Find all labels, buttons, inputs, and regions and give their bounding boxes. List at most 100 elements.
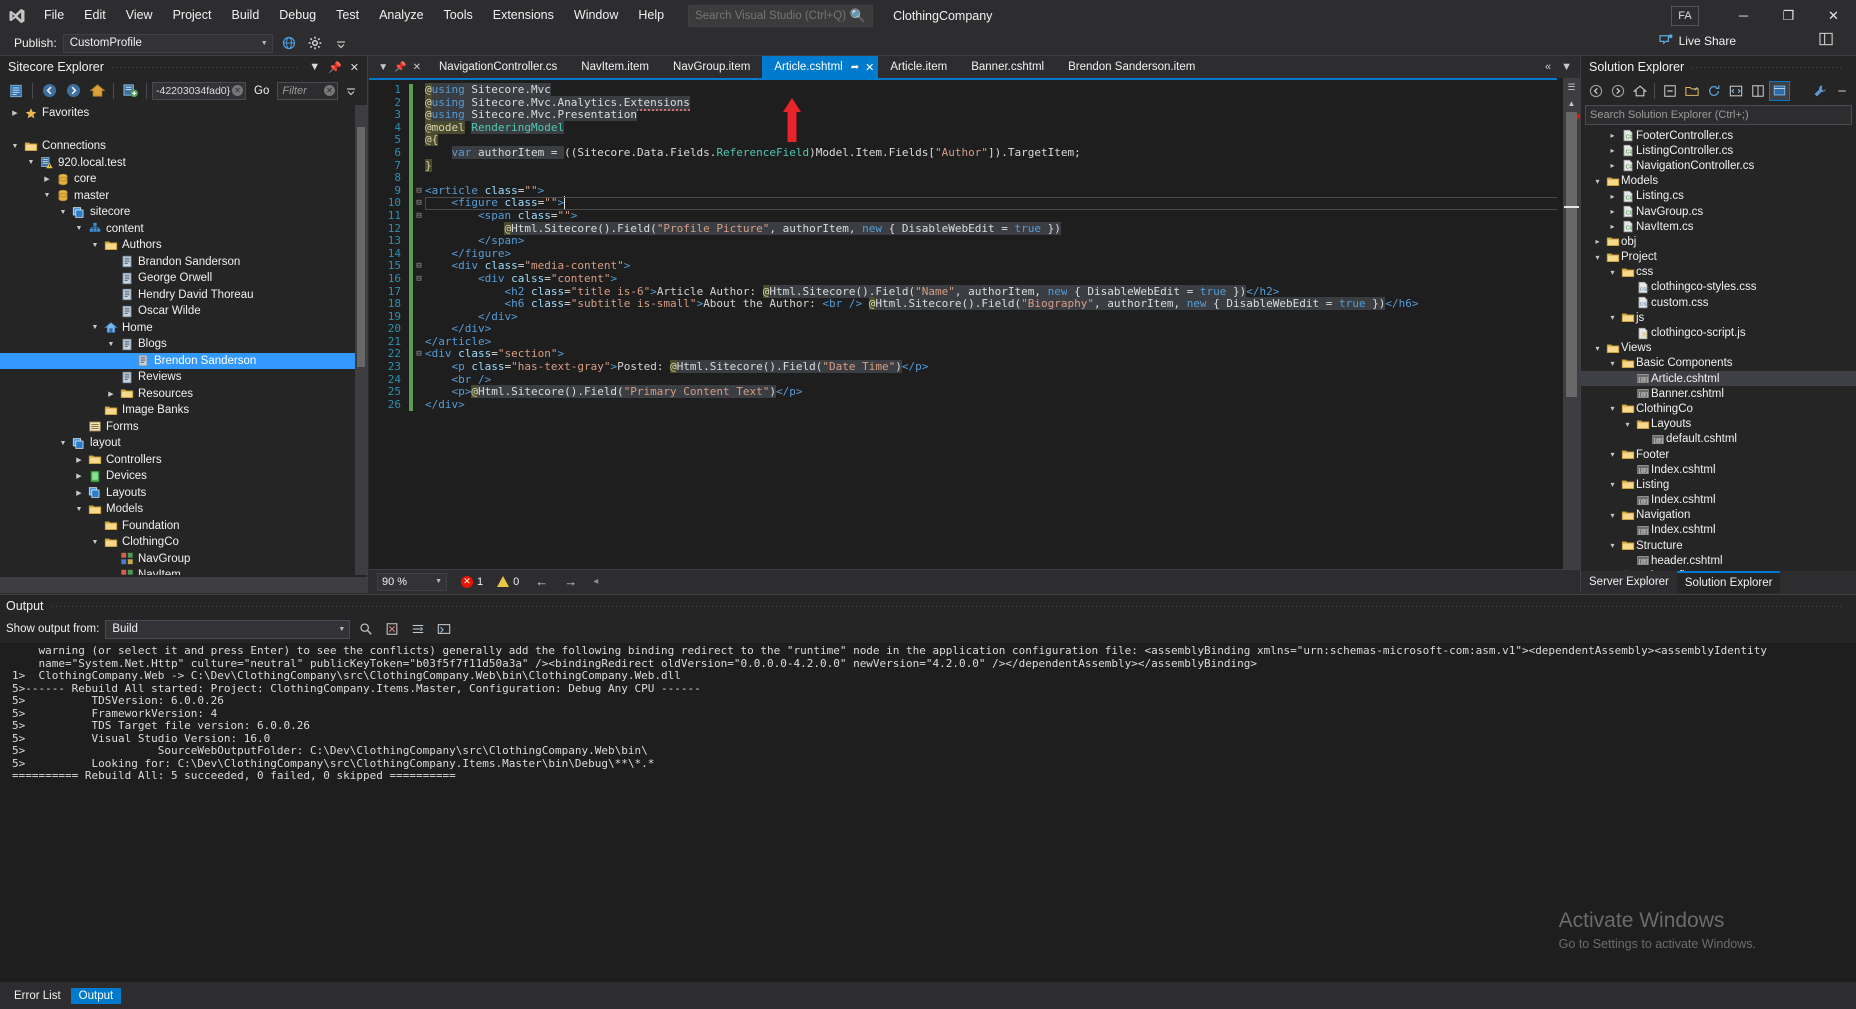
live-share-button[interactable]: Live Share <box>1659 33 1736 49</box>
tab-close-icon[interactable]: ✕ <box>865 61 874 74</box>
show-properties-icon[interactable] <box>5 81 27 101</box>
filter-input[interactable]: Filter ✕ <box>277 81 338 100</box>
sitecore-tree-item[interactable]: ▼ master <box>0 188 355 205</box>
sitecore-tree-item[interactable]: ▶ Layouts <box>0 485 355 502</box>
chevron-down-icon[interactable]: ▼ <box>72 506 86 513</box>
menu-extensions[interactable]: Extensions <box>483 0 564 31</box>
publish-profile-combo[interactable]: CustomProfile ▼ <box>62 33 273 53</box>
editor-vertical-scrollbar[interactable]: ☰ ▲ <box>1563 78 1580 569</box>
fold-toggle-icon[interactable]: ⊟ <box>413 210 425 223</box>
solution-tree-item[interactable]: ▾ Basic Components <box>1581 356 1856 371</box>
warning-count-indicator[interactable]: 0 <box>497 576 519 588</box>
solution-tree-item[interactable]: ▾ Models <box>1581 174 1856 189</box>
navigate-backward-button[interactable]: ← <box>535 574 548 589</box>
scroll-tabs-left-icon[interactable]: « <box>1545 61 1551 73</box>
sitecore-tree-item[interactable]: ▼ Authors <box>0 237 355 254</box>
sitecore-tree-item[interactable]: Brandon Sanderson <box>0 254 355 271</box>
sitecore-tree-item[interactable]: ▼ layout <box>0 435 355 452</box>
menu-test[interactable]: Test <box>326 0 369 31</box>
chevron-down-icon[interactable]: ▾ <box>1606 359 1619 368</box>
minimize-button[interactable]: ─ <box>1721 0 1766 31</box>
sitecore-tree-item[interactable]: ▶ Controllers <box>0 452 355 469</box>
tab-output[interactable]: Output <box>70 987 122 1004</box>
code-line[interactable]: 25 <p>@Html.Sitecore().Field("Primary Co… <box>369 385 1580 399</box>
menu-edit[interactable]: Edit <box>74 0 116 31</box>
code-line[interactable]: 13 </span> <box>369 234 1580 248</box>
solution-tree-item[interactable]: [@] default.cshtml <box>1581 432 1856 447</box>
fold-toggle-icon[interactable]: ⊟ <box>413 185 425 198</box>
account-badge[interactable]: FA <box>1671 5 1699 26</box>
chevron-down-icon[interactable]: ▾ <box>1606 450 1619 459</box>
chevron-right-icon[interactable]: ▸ <box>1606 222 1619 231</box>
chevron-down-icon[interactable]: ▾ <box>1606 268 1619 277</box>
solution-tree-item[interactable]: ▾ Footer <box>1581 447 1856 462</box>
chevron-down-icon[interactable]: ▼ <box>88 324 102 331</box>
sitecore-tree-item[interactable]: ▼ content <box>0 221 355 238</box>
error-count-indicator[interactable]: ✕ 1 <box>461 575 483 588</box>
sitecore-tree-item[interactable]: ▶ Devices <box>0 468 355 485</box>
tab-navitem-item[interactable]: NavItem.item <box>569 56 661 78</box>
solution-tree-item[interactable]: ▾ Listing <box>1581 477 1856 492</box>
sitecore-tree-item[interactable]: Brendon Sanderson <box>0 352 355 369</box>
menu-tools[interactable]: Tools <box>434 0 483 31</box>
se-back-icon[interactable] <box>1585 81 1606 101</box>
sitecore-tree[interactable]: ▶ Favorites ▼ Connections ▼ 920.local.test ▶ c… <box>0 105 355 575</box>
pin-icon[interactable]: 📌 <box>324 61 346 74</box>
menu-window[interactable]: Window <box>564 0 628 31</box>
maximize-button[interactable]: ❐ <box>1766 0 1811 31</box>
code-line[interactable]: 23 <p class="has-text-gray">Posted: @Htm… <box>369 360 1580 374</box>
chevron-right-icon[interactable]: ▸ <box>1606 131 1619 140</box>
solution-tree-item[interactable]: ▾ Navigation <box>1581 508 1856 523</box>
chevron-right-icon[interactable]: ▸ <box>1606 161 1619 170</box>
chevron-right-icon[interactable]: ▸ <box>1591 237 1604 246</box>
publish-web-icon[interactable] <box>279 33 299 53</box>
solution-tree-item[interactable]: ▸ obj <box>1581 234 1856 249</box>
chevron-right-icon[interactable]: ▶ <box>8 109 22 117</box>
solution-tree-item[interactable]: ▸ C# Listing.cs <box>1581 189 1856 204</box>
view-code-icon[interactable] <box>1725 81 1746 101</box>
fold-toggle-icon[interactable]: ⊟ <box>413 348 425 361</box>
chevron-down-icon[interactable]: ▼ <box>88 539 102 546</box>
sitecore-tree-item[interactable]: NavItem <box>0 567 355 575</box>
chevron-down-icon[interactable]: ▼ <box>72 225 86 232</box>
toggle-wordwrap-icon[interactable] <box>408 619 428 639</box>
sitecore-tree-item[interactable]: Oscar Wilde <box>0 303 355 320</box>
filter-options-icon[interactable] <box>340 81 362 101</box>
navigate-forward-button[interactable]: → <box>564 574 577 589</box>
sitecore-horizontal-scrollbar[interactable] <box>0 577 367 593</box>
sitecore-vertical-scrollbar[interactable] <box>355 105 367 575</box>
editor-close-icon[interactable]: ✕ <box>413 62 421 73</box>
collapse-all-icon[interactable] <box>1659 81 1680 101</box>
code-line[interactable]: 1 @using Sitecore.Mvc <box>369 83 1580 97</box>
chevron-down-icon[interactable]: ▼ <box>24 159 38 166</box>
chevron-down-icon[interactable]: ▾ <box>1621 420 1634 429</box>
tab-list-chevron-icon[interactable]: ▼ <box>378 62 388 73</box>
code-line[interactable]: 18 <h6 class="subtitle is-small">About t… <box>369 297 1580 311</box>
tab-overflow-icon[interactable]: ▼ <box>1561 61 1572 73</box>
code-line[interactable]: 7} <box>369 158 1580 173</box>
code-line[interactable]: 12 @Html.Sitecore().Field("Profile Pictu… <box>369 221 1580 236</box>
code-line[interactable]: 4 @model RenderingModel <box>369 120 1580 135</box>
chevron-right-icon[interactable]: ▶ <box>72 489 86 497</box>
solution-tree-item[interactable]: ▸ C# NavigationController.cs <box>1581 158 1856 173</box>
sitecore-tree-item[interactable]: ▶ Favorites <box>0 105 355 122</box>
code-line[interactable]: 20 </div> <box>369 322 1580 336</box>
chevron-right-icon[interactable]: ▶ <box>72 472 86 480</box>
toolbar-overflow-icon[interactable] <box>331 33 351 53</box>
go-to-message-icon[interactable] <box>434 619 454 639</box>
navigate-forward-icon[interactable] <box>62 81 84 101</box>
code-line[interactable]: 3 @using Sitecore.Mvc.Presentation <box>369 108 1580 122</box>
panel-dropdown-icon[interactable]: ▼ <box>305 61 324 73</box>
add-connection-icon[interactable] <box>119 81 141 101</box>
chevron-down-icon[interactable]: ▼ <box>56 440 70 447</box>
sitecore-tree-item[interactable]: Forms <box>0 419 355 436</box>
navigate-back-icon[interactable] <box>38 81 60 101</box>
sitecore-tree-item[interactable]: Hendry David Thoreau <box>0 287 355 304</box>
sitecore-tree-item[interactable]: ▼ Models <box>0 501 355 518</box>
chevron-down-icon[interactable]: ▾ <box>1591 344 1604 353</box>
solution-tree-item[interactable]: CSS clothingco-styles.css <box>1581 280 1856 295</box>
solution-search-input[interactable]: Search Solution Explorer (Ctrl+;) <box>1585 105 1852 125</box>
chevron-right-icon[interactable]: ▶ <box>104 390 118 398</box>
code-line[interactable]: 11 ⊟ <span class=""> <box>369 209 1580 223</box>
tab-pin-icon[interactable]: ➦ <box>851 62 859 73</box>
